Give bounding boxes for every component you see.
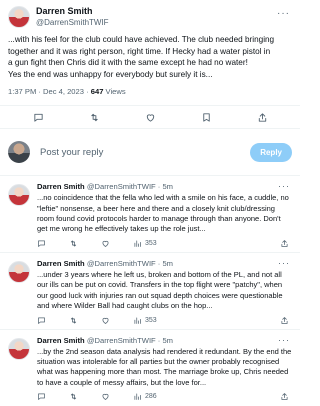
author-name[interactable]: Darren Smith (36, 6, 109, 17)
reply-content: Darren Smith @DarrenSmithTWIF · 5m ...by… (37, 336, 292, 406)
reply-content: Darren Smith @DarrenSmithTWIF · 5m ...un… (37, 259, 292, 329)
share-icon[interactable] (280, 392, 289, 401)
like-action[interactable] (101, 392, 133, 401)
reply-action[interactable] (37, 392, 69, 401)
repost-icon[interactable] (89, 112, 100, 123)
more-dots-icon[interactable]: ··· (278, 335, 290, 345)
speech-bubble-icon[interactable] (33, 112, 44, 123)
post-meta: 1:37 PM · Dec 4, 2023 · 647 Views (8, 87, 292, 99)
reply-item[interactable]: Darren Smith @DarrenSmithTWIF · 5m ...un… (0, 253, 300, 329)
views-label: Views (105, 87, 126, 97)
reply-author-name[interactable]: Darren Smith (37, 259, 85, 268)
reply-text: ...by the 2nd season data analysis had r… (37, 347, 292, 387)
reply-header: Darren Smith @DarrenSmithTWIF · 5m (37, 336, 292, 346)
views-count: 647 (90, 87, 104, 97)
reply-action[interactable] (37, 239, 69, 248)
post-author-row: Darren Smith @DarrenSmithTWIF ··· (8, 0, 292, 32)
post-text-line: Yes the end was unhappy for everybody bu… (8, 69, 213, 79)
reply-item[interactable]: Darren Smith @DarrenSmithTWIF · 5m ...by… (0, 330, 300, 406)
reply-actions: 353 (37, 311, 292, 329)
bar-chart-icon (134, 317, 141, 324)
reply-action[interactable] (37, 316, 69, 325)
author-info: Darren Smith @DarrenSmithTWIF (36, 6, 109, 28)
heart-icon[interactable] (145, 112, 156, 123)
reply-actions: 353 (37, 234, 292, 252)
reply-text: ...no coincidence that the fella who led… (37, 193, 289, 233)
views-count: 286 (145, 393, 157, 401)
speech-bubble-icon[interactable] (37, 239, 46, 248)
reply-handle-time[interactable]: @DarrenSmithTWIF · 5m (87, 336, 173, 345)
reply-author-name[interactable]: Darren Smith (37, 336, 85, 345)
heart-icon[interactable] (101, 239, 110, 248)
main-post: Darren Smith @DarrenSmithTWIF ··· ...wit… (0, 0, 300, 99)
repost-action[interactable] (69, 392, 101, 401)
more-dots-icon[interactable]: ··· (278, 258, 290, 268)
more-dots-icon[interactable]: ··· (278, 181, 290, 191)
avatar[interactable] (8, 184, 30, 207)
views-count: 353 (145, 316, 157, 324)
more-dots-icon[interactable]: ··· (277, 8, 290, 19)
speech-bubble-icon[interactable] (37, 316, 46, 325)
reply-button[interactable]: Reply (250, 142, 292, 162)
reply-handle-time[interactable]: @DarrenSmithTWIF · 5m (87, 259, 173, 268)
like-action[interactable] (101, 316, 133, 325)
heart-icon[interactable] (101, 316, 110, 325)
avatar (8, 141, 30, 164)
repost-action[interactable] (69, 239, 101, 248)
share-icon[interactable] (280, 239, 289, 248)
share-icon[interactable] (280, 316, 289, 325)
views-action[interactable]: 353 (133, 316, 173, 325)
repost-action[interactable] (69, 316, 101, 325)
bar-chart-icon (134, 240, 141, 247)
post-text-line: ...with his feel for the club could have… (8, 35, 275, 44)
avatar[interactable] (8, 338, 30, 360)
heart-icon[interactable] (101, 392, 110, 401)
share-icon[interactable] (257, 112, 268, 123)
avatar[interactable] (8, 6, 30, 28)
views-action[interactable]: 353 (133, 239, 173, 248)
views-action[interactable]: 286 (133, 392, 173, 401)
reply-author-name[interactable]: Darren Smith (37, 182, 85, 191)
reply-input[interactable]: Post your reply (40, 147, 250, 158)
reply-compose: Post your reply Reply (0, 129, 300, 175)
avatar[interactable] (8, 261, 30, 284)
post-text-line: a gun fight then Chris did it with the s… (8, 58, 248, 68)
reply-text: ...under 3 years where he left us, broke… (37, 270, 283, 310)
post-text: ...with his feel for the club could have… (8, 32, 292, 80)
reply-actions: 286 (37, 388, 292, 406)
bookmark-icon[interactable] (201, 112, 212, 123)
bar-chart-icon (134, 393, 141, 401)
reply-header: Darren Smith @DarrenSmithTWIF · 5m (37, 259, 292, 269)
reply-content: Darren Smith @DarrenSmithTWIF · 5m ...no… (37, 182, 292, 252)
post-action-bar (0, 106, 300, 128)
reply-handle-time[interactable]: @DarrenSmithTWIF · 5m (87, 182, 173, 191)
post-timestamp[interactable]: 1:37 PM · Dec 4, 2023 · (8, 87, 89, 96)
repost-icon[interactable] (69, 392, 78, 401)
reply-item[interactable]: Darren Smith @DarrenSmithTWIF · 5m ...no… (0, 176, 300, 252)
like-action[interactable] (101, 239, 133, 248)
views-count: 353 (145, 239, 157, 247)
author-handle[interactable]: @DarrenSmithTWIF (36, 17, 109, 28)
repost-icon[interactable] (69, 239, 78, 248)
repost-icon[interactable] (69, 316, 78, 325)
reply-header: Darren Smith @DarrenSmithTWIF · 5m (37, 182, 292, 192)
speech-bubble-icon[interactable] (37, 392, 46, 401)
post-text-line: together and it was right person, right … (8, 46, 271, 56)
